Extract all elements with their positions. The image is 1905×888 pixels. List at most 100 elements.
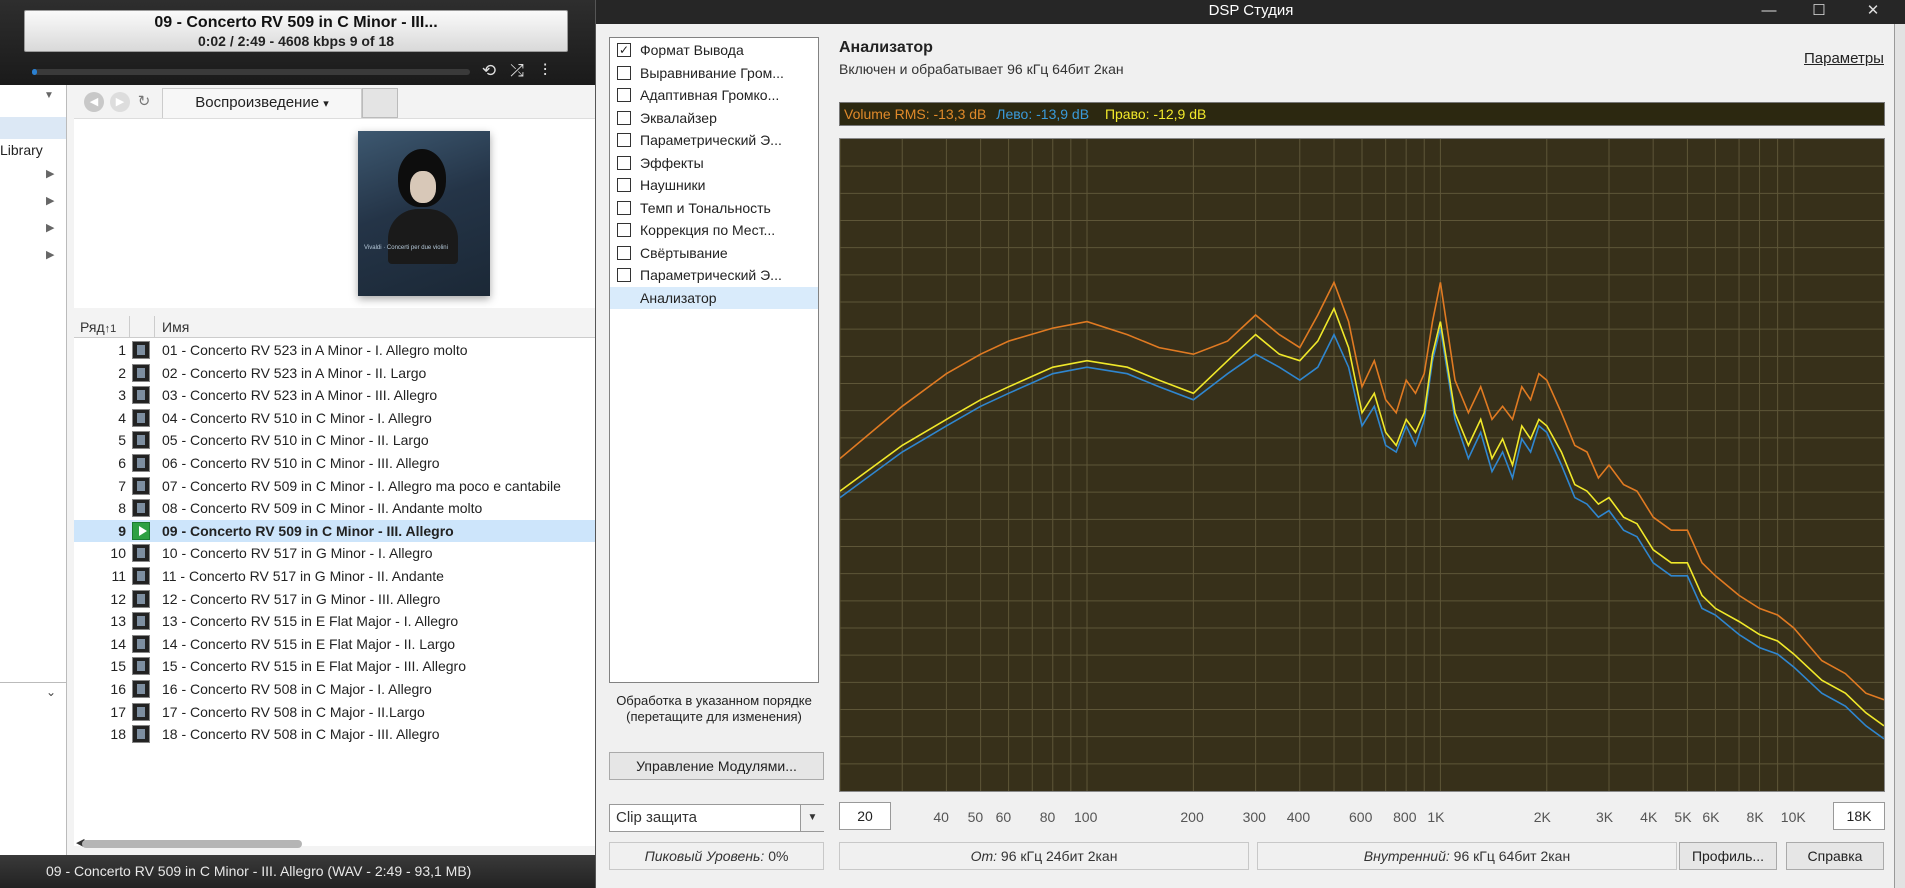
- table-row[interactable]: 8 08 - Concerto RV 509 in C Minor - II. A…: [74, 497, 595, 520]
- module-item[interactable]: Темп и Тональность: [610, 197, 818, 220]
- freq-tick-label: 50: [967, 809, 984, 825]
- checkbox[interactable]: [617, 155, 631, 170]
- table-row[interactable]: 11 11 - Concerto RV 517 in G Minor - II. …: [74, 565, 595, 588]
- album-thumbnail-icon: [132, 386, 150, 405]
- freq-tick-label: 40: [933, 809, 949, 825]
- shuffle-icon[interactable]: ⤮: [506, 60, 528, 82]
- module-item[interactable]: Параметрический Э...: [610, 264, 818, 287]
- chevron-down-icon[interactable]: ▼: [44, 90, 54, 101]
- checkbox-checked[interactable]: ✓: [617, 43, 631, 57]
- checkbox[interactable]: [617, 245, 631, 260]
- help-button[interactable]: Справка: [1786, 842, 1884, 870]
- profile-button[interactable]: Профиль...: [1679, 842, 1777, 870]
- album-thumbnail-icon: [132, 363, 150, 382]
- table-row[interactable]: 17 17 - Concerto RV 508 in C Major - II.L…: [74, 701, 595, 724]
- nav-selected-item[interactable]: [0, 117, 66, 139]
- module-item[interactable]: Параметрический Э...: [610, 129, 818, 152]
- chevron-right-icon[interactable]: ▶: [46, 221, 54, 234]
- input-format-field: От: 96 кГц 24бит 2кан: [839, 842, 1249, 870]
- forward-icon[interactable]: ▶: [110, 92, 130, 112]
- module-item[interactable]: Наушники: [610, 174, 818, 197]
- track-name: 06 - Concerto RV 510 in C Minor - III. A…: [162, 455, 440, 471]
- maximize-button[interactable]: ☐: [1796, 0, 1842, 24]
- nav-library-label[interactable]: Library: [0, 142, 43, 158]
- equalizer-icon[interactable]: ⫶: [534, 60, 556, 82]
- table-row[interactable]: 7 07 - Concerto RV 509 in C Minor - I. Al…: [74, 475, 595, 498]
- tab-new[interactable]: [362, 88, 398, 118]
- module-item[interactable]: Выравнивание Гром...: [610, 62, 818, 85]
- module-item[interactable]: Эффекты: [610, 152, 818, 175]
- back-icon[interactable]: ◀: [84, 92, 104, 112]
- manage-modules-button[interactable]: Управление Модулями...: [609, 752, 824, 780]
- module-label: Параметрический Э...: [640, 132, 782, 148]
- chevron-right-icon[interactable]: ▶: [46, 167, 54, 180]
- table-row[interactable]: 1 01 - Concerto RV 523 in A Minor - I. Al…: [74, 339, 595, 362]
- table-row[interactable]: 14 14 - Concerto RV 515 in E Flat Major -…: [74, 633, 595, 656]
- refresh-icon[interactable]: ↻: [134, 92, 154, 112]
- table-row[interactable]: 10 10 - Concerto RV 517 in G Minor - I. A…: [74, 542, 595, 565]
- now-playing-display[interactable]: 09 - Concerto RV 509 in C Minor - III...…: [24, 10, 568, 52]
- module-item[interactable]: Адаптивная Громко...: [610, 84, 818, 107]
- album-thumbnail-icon: [132, 725, 150, 744]
- freq-to-input[interactable]: 18K: [1833, 802, 1885, 830]
- table-row[interactable]: 3 03 - Concerto RV 523 in A Minor - III. …: [74, 384, 595, 407]
- module-item[interactable]: ✓ Формат Вывода: [610, 39, 818, 62]
- track-number: 16: [110, 681, 126, 697]
- track-number: 8: [118, 500, 126, 517]
- chevron-right-icon[interactable]: ▶: [46, 248, 54, 261]
- minimize-button[interactable]: —: [1746, 0, 1792, 24]
- checkbox[interactable]: [617, 88, 631, 102]
- freq-tick-label: 1K: [1427, 809, 1445, 825]
- window-titlebar[interactable]: DSP Студия — ☐ ✕: [596, 0, 1905, 24]
- table-row[interactable]: 13 13 - Concerto RV 515 in E Flat Major -…: [74, 610, 595, 633]
- freq-tick-label: 300: [1242, 809, 1266, 825]
- window-edge: [1894, 24, 1905, 888]
- table-row[interactable]: 6 06 - Concerto RV 510 in C Minor - III. …: [74, 452, 595, 475]
- chevron-down-icon[interactable]: ▼: [800, 805, 824, 831]
- album-cover-image: Vivaldi · Concerti per due violini: [358, 131, 490, 296]
- freq-tick-label: 100: [1074, 809, 1098, 825]
- column-rank[interactable]: Ряд↑1: [80, 319, 116, 335]
- chevron-down-icon[interactable]: ⌄: [46, 685, 56, 699]
- track-number: 1: [118, 342, 126, 358]
- repeat-icon[interactable]: ⟲: [478, 60, 500, 82]
- checkbox[interactable]: [617, 110, 631, 125]
- module-label: Темп и Тональность: [640, 199, 771, 216]
- horizontal-scrollbar[interactable]: [82, 840, 302, 848]
- module-item[interactable]: Анализатор: [610, 286, 818, 309]
- table-row[interactable]: 15 15 - Concerto RV 515 in E Flat Major -…: [74, 655, 595, 678]
- table-row[interactable]: 4 04 - Concerto RV 510 in C Minor - I. Al…: [74, 407, 595, 430]
- seek-bar[interactable]: [32, 69, 470, 75]
- album-thumbnail-icon: [132, 476, 150, 495]
- module-item[interactable]: Эквалайзер: [610, 107, 818, 130]
- table-row[interactable]: 2 02 - Concerto RV 523 in A Minor - II. L…: [74, 362, 595, 385]
- table-row[interactable]: 16 16 - Concerto RV 508 in C Major - I. A…: [74, 678, 595, 701]
- module-item[interactable]: Коррекция по Мест...: [610, 219, 818, 242]
- freq-from-input[interactable]: 20: [839, 802, 891, 830]
- checkbox[interactable]: [617, 133, 631, 147]
- freq-tick-label: 3K: [1596, 809, 1614, 825]
- module-label: Формат Вывода: [640, 42, 744, 58]
- checkbox[interactable]: [617, 223, 631, 237]
- table-row[interactable]: 12 12 - Concerto RV 517 in G Minor - III.…: [74, 588, 595, 611]
- checkbox[interactable]: [617, 268, 631, 282]
- checkbox[interactable]: [617, 178, 631, 192]
- parameters-link[interactable]: Параметры: [1804, 50, 1884, 67]
- table-row[interactable]: 18 18 - Concerto RV 508 in C Major - III.…: [74, 723, 595, 746]
- checkbox[interactable]: [617, 200, 631, 215]
- tab-playback[interactable]: Воспроизведение ▾: [162, 88, 362, 118]
- table-row[interactable]: 9 09 - Concerto RV 509 in C Minor - III. …: [74, 519, 595, 543]
- column-rank-label: Ряд: [80, 319, 105, 335]
- track-name: 02 - Concerto RV 523 in A Minor - II. La…: [162, 364, 427, 381]
- volume-readout: Volume RMS: -13,3 dB Лево: -13,9 dB Прав…: [839, 102, 1885, 126]
- checkbox[interactable]: [617, 65, 631, 80]
- tab-playback-label: Воспроизведение: [195, 94, 320, 111]
- chevron-right-icon[interactable]: ▶: [46, 194, 54, 207]
- column-name[interactable]: Имя: [162, 319, 189, 335]
- table-row[interactable]: 5 05 - Concerto RV 510 in C Minor - II. L…: [74, 429, 595, 452]
- track-name: 04 - Concerto RV 510 in C Minor - I. All…: [162, 409, 432, 426]
- close-button[interactable]: ✕: [1850, 0, 1896, 24]
- album-thumbnail-icon: [132, 657, 150, 676]
- module-item[interactable]: Свёртывание: [610, 242, 818, 265]
- clip-protection-select[interactable]: Clip защита ▼: [609, 804, 824, 832]
